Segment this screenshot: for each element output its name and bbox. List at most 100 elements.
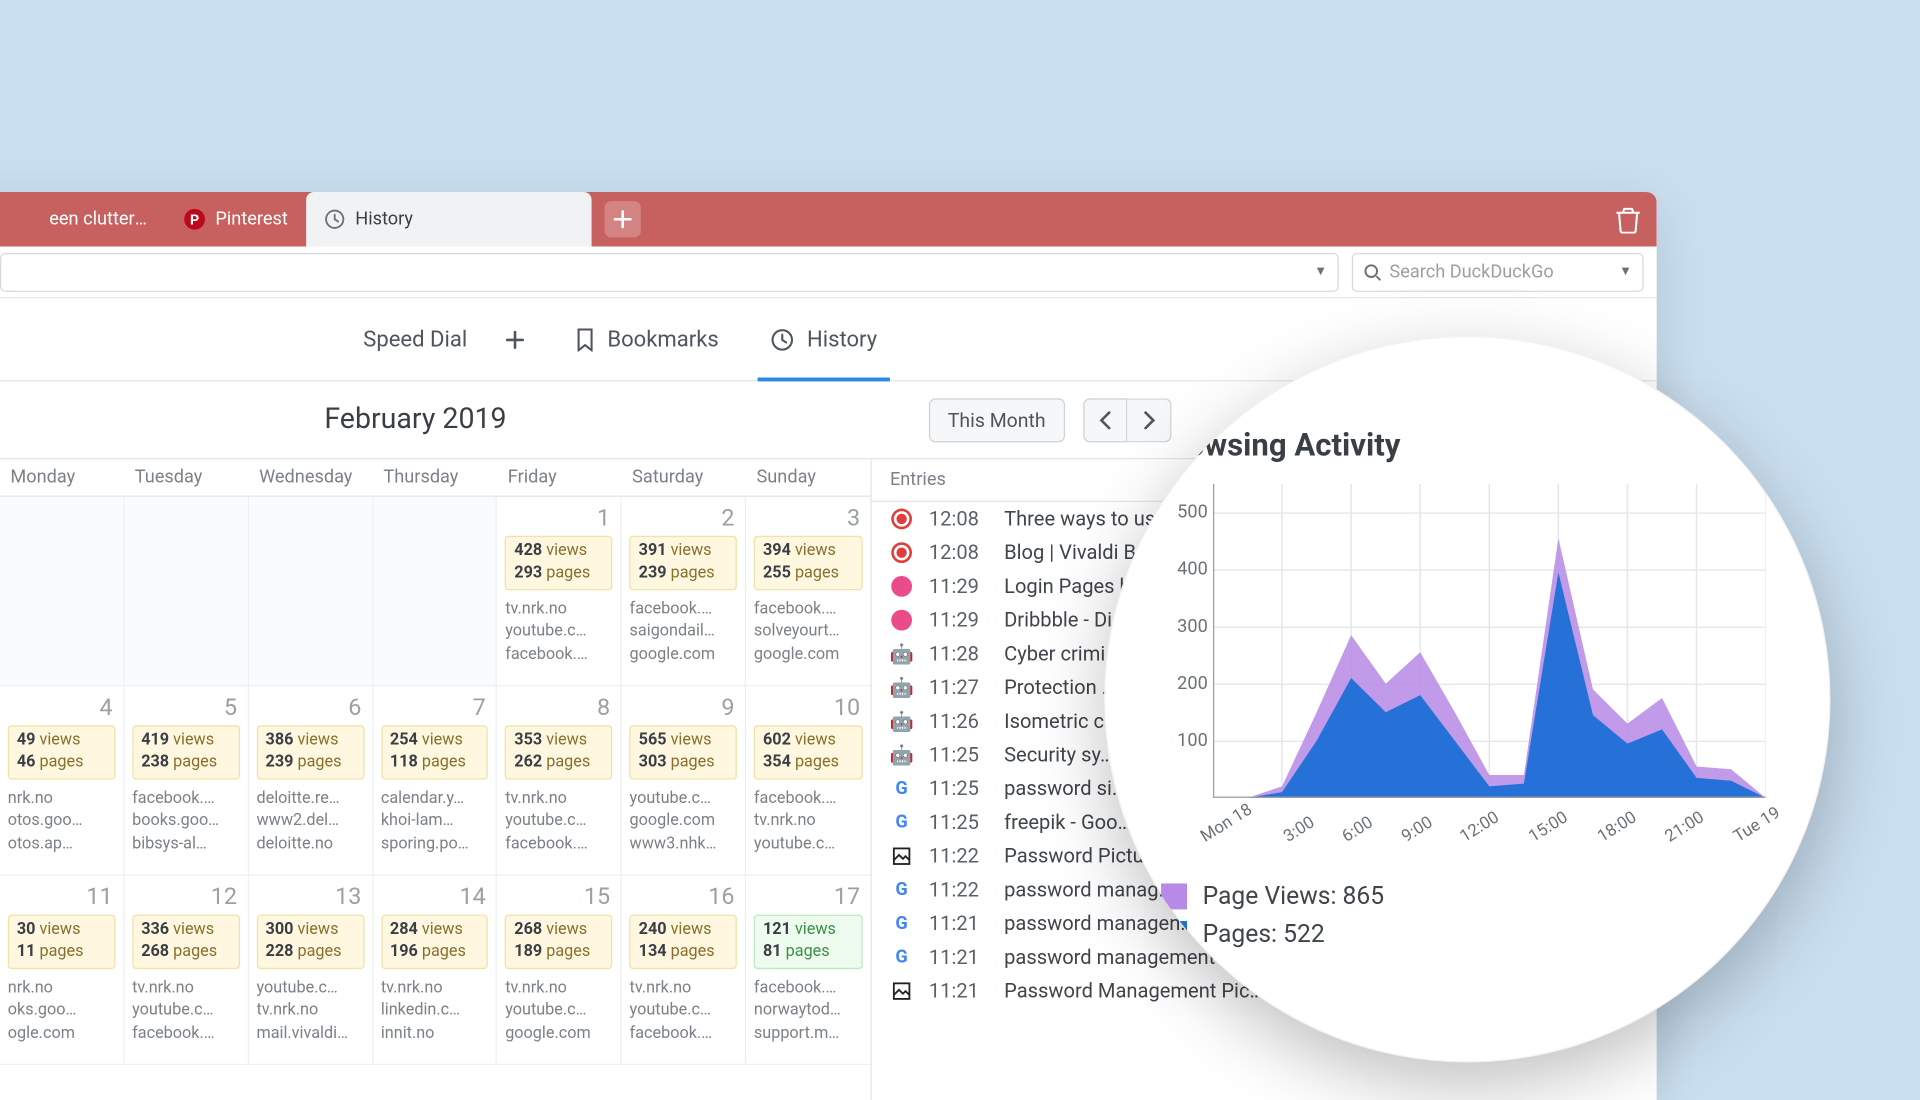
day-top-sites: nrk.nooks.goo…ogle.com <box>8 977 115 1045</box>
calendar-cell[interactable]: 449 views46 pagesnrk.nootos.goo…otos.ap… <box>0 686 124 875</box>
day-number: 5 <box>224 694 237 721</box>
x-tick-label: 9:00 <box>1398 813 1436 847</box>
nav-history[interactable]: History <box>771 298 878 380</box>
day-number: 17 <box>834 883 860 910</box>
calendar-cell[interactable]: 7254 views118 pagescalendar.y…khoi-lam…s… <box>373 686 497 875</box>
tab-label: een clutter with Viv <box>49 209 148 230</box>
weekday-header: Tuesday <box>124 459 248 497</box>
entry-title: Dribbble - Di… <box>1004 608 1125 631</box>
x-tick-label: 3:00 <box>1281 813 1319 847</box>
calendar-cell-empty <box>124 497 248 686</box>
dribbble-icon <box>891 610 912 631</box>
tab-label: Pinterest <box>215 209 287 230</box>
vivaldi-icon <box>891 542 912 563</box>
nav-speed-dial[interactable]: Speed Dial <box>363 298 524 380</box>
day-top-sites: facebook.…saigondail…google.com <box>630 598 737 666</box>
robot-icon: 🤖 <box>890 710 914 733</box>
calendar-cell[interactable]: 6386 views239 pagesdeloitte.re…www2.del…… <box>249 686 373 875</box>
calendar-cell[interactable]: 15268 views189 pagestv.nrk.noyoutube.c…g… <box>497 876 621 1065</box>
day-stats: 268 views189 pages <box>505 915 612 969</box>
day-top-sites: facebook.…solveyourt…google.com <box>754 598 863 666</box>
entry-time: 11:22 <box>929 845 989 868</box>
prev-month-button[interactable] <box>1083 398 1127 442</box>
calendar-cell[interactable]: 5419 views238 pagesfacebook.…books.goo…b… <box>124 686 248 875</box>
new-tab-button[interactable] <box>604 201 640 237</box>
entry-title: Three ways to use <box>1004 507 1166 530</box>
calendar-cell-empty <box>373 497 497 686</box>
calendar-cell[interactable]: 14 284 views196 pages tv.nrk.nolinkedin.c…… <box>373 876 497 1065</box>
calendar-cell[interactable]: 13300 views228 pagesyoutube.c…tv.nrk.nom… <box>249 876 373 1065</box>
chevron-left-icon <box>1099 411 1112 429</box>
day-top-sites: tv.nrk.noyoutube.c…facebook.… <box>505 787 612 855</box>
this-month-button[interactable]: This Month <box>928 398 1065 442</box>
weekday-header: Thursday <box>373 459 497 497</box>
search-field[interactable]: Search DuckDuckGo ▼ <box>1352 252 1644 291</box>
entry-title: freepik - Goo… <box>1004 811 1131 834</box>
calendar-cell[interactable]: 1428 views293 pagestv.nrk.noyoutube.c…fa… <box>497 497 621 686</box>
day-top-sites: facebook.…tv.nrk.noyoutube.c… <box>754 787 863 855</box>
x-tick-label: 21:00 <box>1662 808 1708 847</box>
pinterest-icon: P <box>184 209 205 230</box>
entry-time: 11:25 <box>929 811 989 834</box>
search-icon <box>1363 263 1381 281</box>
calendar-cell[interactable]: 8353 views262 pagestv.nrk.noyoutube.c…fa… <box>497 686 621 875</box>
legend-page-views: Page Views: 865 <box>1161 881 1791 911</box>
entry-title: password manag… <box>1004 878 1172 901</box>
day-top-sites: youtube.c…google.comwww3.nhk… <box>630 787 737 855</box>
tab-tab-history[interactable]: History <box>306 192 591 246</box>
clock-icon <box>324 209 345 230</box>
day-stats: 336 views268 pages <box>132 915 239 969</box>
day-stats: 254 views118 pages <box>381 725 488 779</box>
calendar-weekday-row: MondayTuesdayWednesdayThursdayFridaySatu… <box>0 459 870 497</box>
day-stats: 30 views11 pages <box>8 915 115 969</box>
calendar-cell[interactable]: 2391 views239 pagesfacebook.…saigondail…… <box>622 497 746 686</box>
trash-icon <box>1615 205 1641 234</box>
closed-tabs-button[interactable] <box>1615 205 1641 239</box>
dropdown-icon: ▼ <box>1314 265 1327 279</box>
entry-title: Cyber crimi… <box>1004 642 1119 665</box>
x-tick-label: Mon 18 <box>1197 800 1255 847</box>
day-top-sites: youtube.c…tv.nrk.nomail.vivaldi… <box>256 977 363 1045</box>
calendar-cell[interactable]: 16240 views134 pagestv.nrk.noyoutube.c…f… <box>622 876 746 1065</box>
tab-tab-pinterest[interactable]: P Pinterest <box>166 192 306 246</box>
entry-time: 11:29 <box>929 575 989 598</box>
day-number: 6 <box>348 694 361 721</box>
calendar-cell-empty <box>249 497 373 686</box>
entry-time: 11:21 <box>929 946 989 969</box>
image-icon <box>893 982 911 1000</box>
calendar-cell[interactable]: 1130 views11 pagesnrk.nooks.goo…ogle.com <box>0 876 124 1065</box>
entry-time: 11:26 <box>929 710 989 733</box>
url-field[interactable]: ▼ <box>0 252 1339 291</box>
entry-time: 11:25 <box>929 777 989 800</box>
calendar-cell[interactable]: 12336 views268 pagestv.nrk.noyoutube.c…f… <box>124 876 248 1065</box>
google-icon: G <box>895 947 907 968</box>
x-tick-label: 18:00 <box>1594 808 1640 847</box>
day-number: 4 <box>100 694 113 721</box>
calendar-cell[interactable]: 9565 views303 pagesyoutube.c…google.comw… <box>622 686 746 875</box>
day-stats: 284 views196 pages <box>381 915 488 969</box>
plus-icon[interactable] <box>506 330 524 348</box>
robot-icon: 🤖 <box>890 743 914 766</box>
day-number: 13 <box>335 883 361 910</box>
x-tick-label: Tue 19 <box>1730 803 1783 846</box>
nav-label: Speed Dial <box>363 326 467 352</box>
nav-label: History <box>807 326 877 352</box>
tab-tab-clutter[interactable]: een clutter with Viv <box>0 192 166 246</box>
calendar-cell[interactable]: 3394 views255 pagesfacebook.…solveyourt…… <box>746 497 870 686</box>
calendar: MondayTuesdayWednesdayThursdayFridaySatu… <box>0 459 872 1100</box>
nav-bookmarks[interactable]: Bookmarks <box>576 298 719 380</box>
day-top-sites: tv.nrk.noyoutube.c…facebook.… <box>630 977 737 1045</box>
vivaldi-icon <box>891 509 912 530</box>
entry-time: 11:21 <box>929 979 989 1002</box>
day-stats: 121 views81 pages <box>754 915 863 969</box>
tab-label: History <box>355 209 413 230</box>
entry-time: 12:08 <box>929 541 989 564</box>
calendar-cell[interactable]: 10602 views354 pagesfacebook.…tv.nrk.noy… <box>746 686 870 875</box>
day-top-sites: tv.nrk.nolinkedin.c…innit.no <box>381 977 488 1045</box>
day-stats: 565 views303 pages <box>630 725 737 779</box>
day-top-sites: tv.nrk.noyoutube.c…facebook.… <box>505 598 612 666</box>
day-number: 14 <box>459 883 485 910</box>
calendar-cell[interactable]: 17121 views81 pagesfacebook.…norwaytod…s… <box>746 876 870 1065</box>
activity-chart: 100200300400500Mon 183:006:009:0012:0015… <box>1213 484 1766 821</box>
dribbble-icon <box>891 576 912 597</box>
